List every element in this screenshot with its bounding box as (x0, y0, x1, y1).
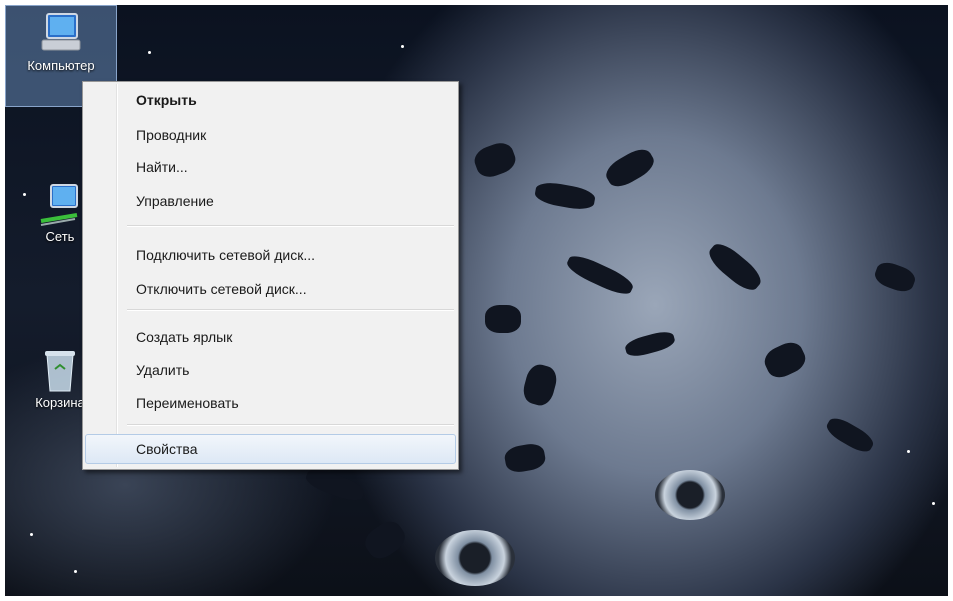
menu-item-disconnect-network-drive[interactable]: Отключить сетевой диск... (85, 276, 456, 302)
menu-item-open[interactable]: Открыть (85, 87, 456, 113)
menu-item-manage[interactable]: Управление (85, 188, 456, 214)
recycle-bin-icon (37, 347, 83, 393)
computer-icon (38, 10, 84, 56)
menu-separator (127, 309, 454, 311)
menu-item-find[interactable]: Найти... (85, 154, 456, 180)
menu-item-map-network-drive[interactable]: Подключить сетевой диск... (85, 242, 456, 268)
menu-item-rename[interactable]: Переименовать (85, 390, 456, 416)
network-icon (37, 181, 83, 227)
menu-item-delete[interactable]: Удалить (85, 357, 456, 383)
leopard-eye (655, 470, 725, 520)
context-menu: Открыть Проводник Найти... Управление По… (82, 81, 459, 470)
menu-separator (127, 424, 454, 426)
desktop[interactable]: Компьютер Сеть Корзина Открыть Проводник… (5, 5, 948, 596)
menu-item-create-shortcut[interactable]: Создать ярлык (85, 324, 456, 350)
desktop-icon-label: Компьютер (27, 58, 95, 73)
menu-item-explorer[interactable]: Проводник (85, 122, 456, 148)
menu-item-properties[interactable]: Свойства (85, 434, 456, 464)
leopard-eye (435, 530, 515, 586)
menu-separator (127, 225, 454, 227)
